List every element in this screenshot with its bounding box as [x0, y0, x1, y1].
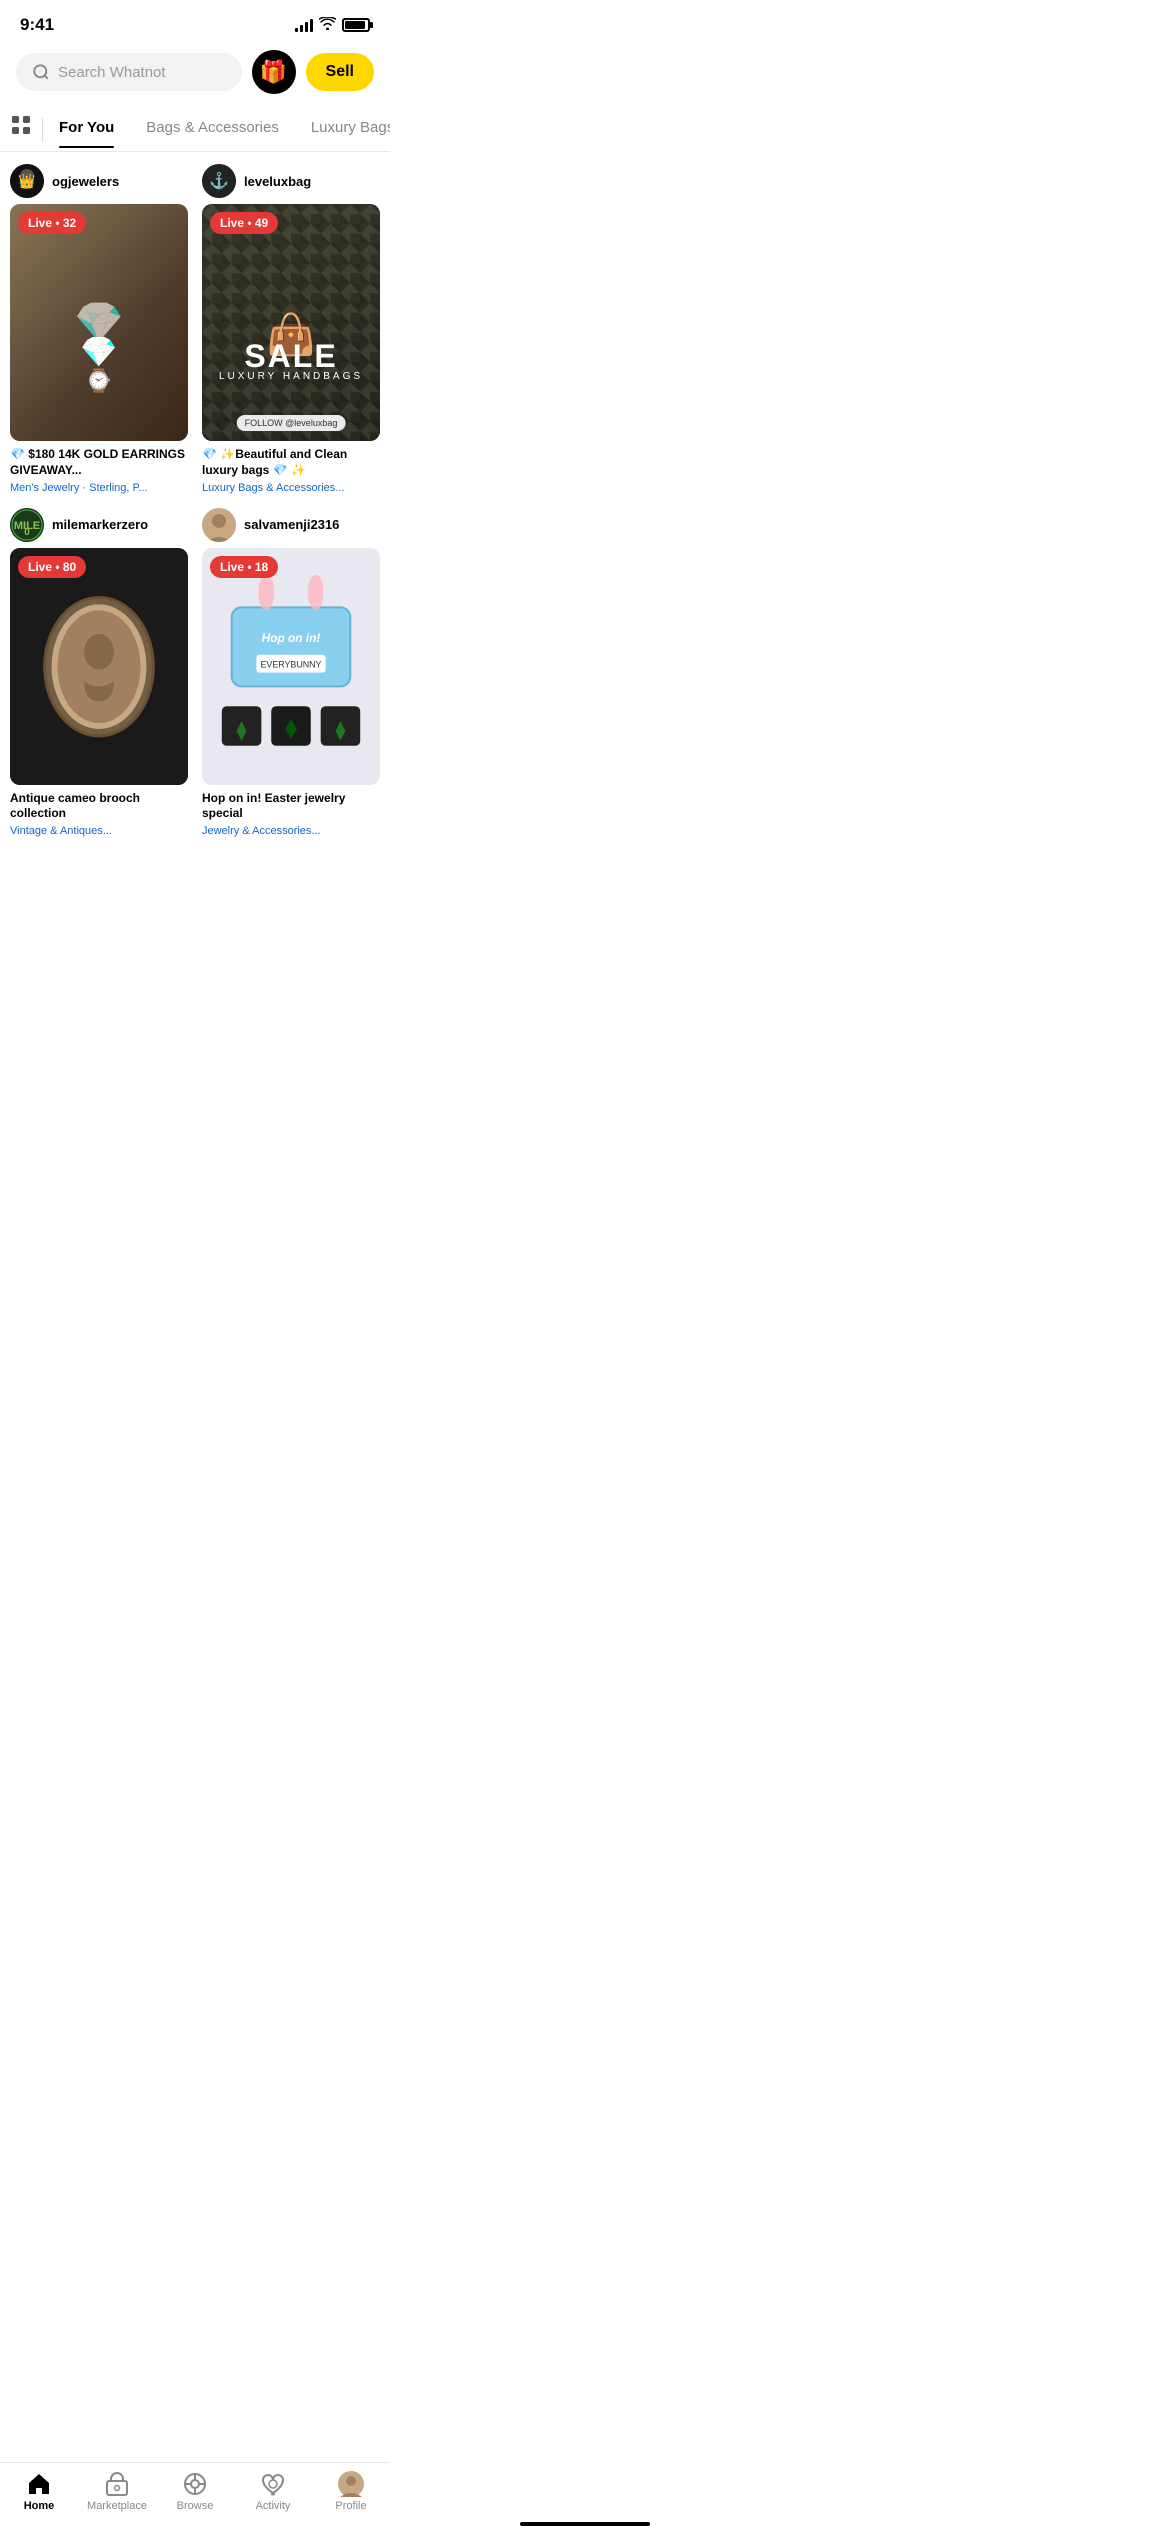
card-header-ogjewelers: 👑 ogjewelers: [10, 164, 188, 198]
sale-overlay: SALE LUXURY HANDBAGS: [202, 338, 380, 382]
gift-button[interactable]: 🎁: [252, 50, 296, 94]
avatar-ogjewelers: 👑: [10, 164, 44, 198]
grid-icon[interactable]: [0, 108, 42, 151]
browse-icon: [182, 2471, 208, 2497]
live-badge-salvamenji: Live • 18: [210, 556, 278, 578]
live-badge-ogjewelers: Live • 32: [18, 212, 86, 234]
svg-text:EVERYBUNNY: EVERYBUNNY: [261, 659, 322, 669]
status-icons: [295, 17, 370, 33]
avatar-salvamenji: [202, 508, 236, 542]
search-placeholder: Search Whatnot: [58, 64, 166, 81]
gift-icon: 🎁: [260, 59, 287, 85]
tab-luxury-bags[interactable]: Luxury Bags: [295, 111, 390, 148]
search-bar-container: Search Whatnot 🎁 Sell: [0, 44, 390, 104]
card-header-milemarkerzero: MILE 0 milemarkerzero: [10, 508, 188, 542]
card-desc-salvamenji: Hop on in! Easter jewelry special: [202, 791, 380, 822]
card-image-salvamenji: Live • 18 Hop on in! EVERYBUNNY: [202, 548, 380, 785]
card-image-ogjewelers: Live • 32 💎 ⌚: [10, 204, 188, 441]
live-card-milemarkerzero[interactable]: MILE 0 milemarkerzero Live • 80: [10, 508, 188, 838]
nav-profile-label: Profile: [335, 2500, 366, 2512]
username-milemarkerzero: milemarkerzero: [52, 517, 148, 532]
nav-activity[interactable]: Activity: [234, 2471, 312, 2512]
sale-text: SALE: [202, 338, 380, 375]
signal-icon: [295, 18, 313, 32]
svg-text:👑: 👑: [18, 173, 35, 190]
avatar-milemarkerzero: MILE 0: [10, 508, 44, 542]
status-time: 9:41: [20, 15, 54, 35]
marketplace-icon: [104, 2471, 130, 2497]
sell-button[interactable]: Sell: [306, 53, 374, 91]
svg-text:Hop on in!: Hop on in!: [262, 630, 321, 644]
live-badge-leveluxbag: Live • 49: [210, 212, 278, 234]
username-salvamenji: salvamenji2316: [244, 517, 339, 532]
card-category-ogjewelers: Men's Jewelry · Sterling, P...: [10, 482, 188, 494]
category-tabs: For You Bags & Accessories Luxury Bags: [0, 104, 390, 152]
profile-icon: [338, 2471, 364, 2497]
nav-home-label: Home: [24, 2500, 55, 2512]
tab-for-you[interactable]: For You: [43, 111, 130, 148]
card-category-salvamenji: Jewelry & Accessories...: [202, 825, 380, 837]
nav-browse-label: Browse: [177, 2500, 214, 2512]
card-header-leveluxbag: ⚓ leveluxbag: [202, 164, 380, 198]
live-grid: 👑 ogjewelers Live • 32 💎 ⌚ 💎 $180 14K GO…: [0, 152, 390, 849]
nav-marketplace-label: Marketplace: [87, 2500, 147, 2512]
card-category-milemarkerzero: Vintage & Antiques...: [10, 825, 188, 837]
card-header-salvamenji: salvamenji2316: [202, 508, 380, 542]
username-ogjewelers: ogjewelers: [52, 174, 119, 189]
nav-profile[interactable]: Profile: [312, 2471, 390, 2512]
nav-browse[interactable]: Browse: [156, 2471, 234, 2512]
nav-marketplace[interactable]: Marketplace: [78, 2471, 156, 2512]
live-card-leveluxbag[interactable]: ⚓ leveluxbag Live • 49: [202, 164, 380, 494]
status-bar: 9:41: [0, 0, 390, 44]
username-leveluxbag: leveluxbag: [244, 174, 311, 189]
search-input[interactable]: Search Whatnot: [16, 53, 242, 91]
avatar-leveluxbag: ⚓: [202, 164, 236, 198]
sale-sub: LUXURY HANDBAGS: [202, 371, 380, 382]
live-badge-milemarkerzero: Live • 80: [18, 556, 86, 578]
card-desc-leveluxbag: 💎 ✨Beautiful and Clean luxury bags 💎 ✨: [202, 447, 380, 478]
bottom-nav: Home Marketplace Browse: [0, 2462, 390, 2532]
tab-bags-accessories[interactable]: Bags & Accessories: [130, 111, 295, 148]
card-desc-milemarkerzero: Antique cameo brooch collection: [10, 791, 188, 822]
svg-text:0: 0: [24, 527, 30, 538]
card-image-leveluxbag: Live • 49 👜 SALE LUXURY HA: [202, 204, 380, 441]
live-card-salvamenji[interactable]: salvamenji2316 Live • 18 Hop on in! EVER…: [202, 508, 380, 838]
live-card-ogjewelers[interactable]: 👑 ogjewelers Live • 32 💎 ⌚ 💎 $180 14K GO…: [10, 164, 188, 494]
svg-text:⚓: ⚓: [209, 171, 229, 190]
nav-home[interactable]: Home: [0, 2471, 78, 2512]
card-desc-ogjewelers: 💎 $180 14K GOLD EARRINGS GIVEAWAY...: [10, 447, 188, 478]
nav-activity-label: Activity: [256, 2500, 291, 2512]
home-indicator: [520, 2522, 650, 2526]
search-icon: [32, 63, 50, 81]
card-category-leveluxbag: Luxury Bags & Accessories...: [202, 482, 380, 494]
wifi-icon: [319, 17, 336, 33]
battery-icon: [342, 18, 370, 32]
home-icon: [26, 2471, 52, 2497]
activity-icon: [260, 2471, 286, 2497]
follow-tag: FOLLOW @leveluxbag: [237, 415, 346, 431]
card-image-milemarkerzero: Live • 80: [10, 548, 188, 785]
